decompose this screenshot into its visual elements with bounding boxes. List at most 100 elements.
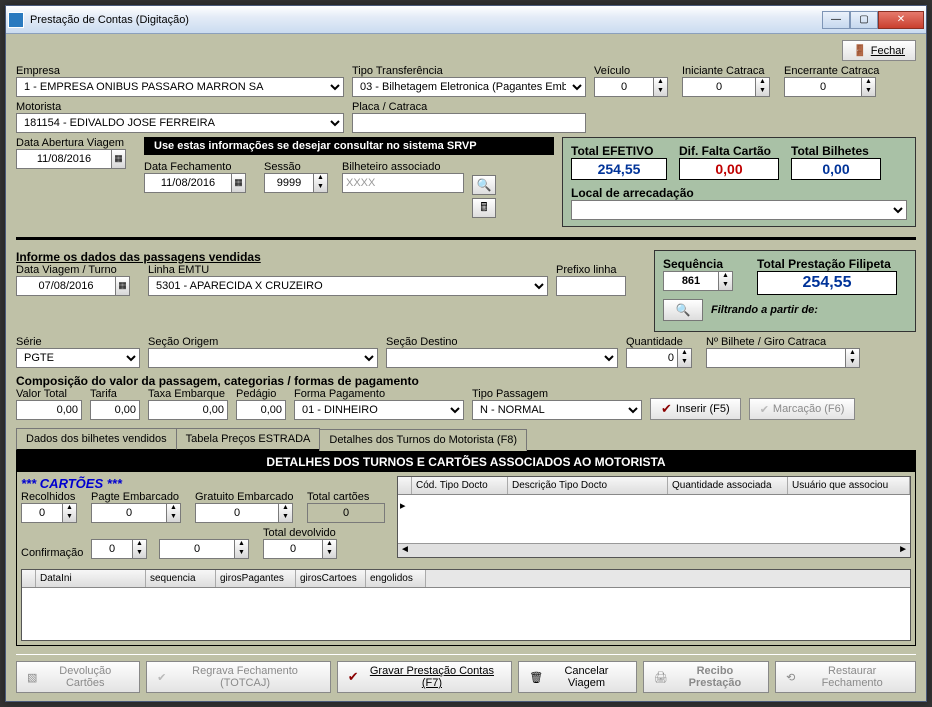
check-icon: ✔ xyxy=(661,401,672,417)
label: Empresa xyxy=(16,65,344,77)
spinner[interactable]: ▲▼ xyxy=(133,539,147,559)
label: Forma Pagamento xyxy=(294,388,464,400)
docto-grid[interactable]: Cód. Tipo Docto Descrição Tipo Docto Qua… xyxy=(397,476,911,558)
motorista-select[interactable]: 181154 - EDIVALDO JOSE FERREIRA xyxy=(16,113,344,133)
cartoes-header: *** CARTÕES *** xyxy=(21,476,391,491)
local-arrecadacao-select[interactable] xyxy=(571,200,907,220)
secao-destino-select[interactable] xyxy=(386,348,618,368)
serie-select[interactable]: PGTE xyxy=(16,348,140,368)
tab-precos[interactable]: Tabela Preços ESTRADA xyxy=(176,428,321,450)
total-bilhetes-value: 0,00 xyxy=(791,158,881,180)
column-header: Descrição Tipo Docto xyxy=(508,477,668,494)
pagte-embarcado-input[interactable] xyxy=(91,503,167,523)
fechar-button[interactable]: 🚪 Fechar xyxy=(842,40,916,61)
total-devolvido-input[interactable] xyxy=(263,539,323,559)
minimize-button[interactable]: — xyxy=(822,11,850,29)
column-header: girosCartoes xyxy=(296,570,366,587)
label: Filtrando a partir de: xyxy=(711,304,818,316)
spinner[interactable]: ▲▼ xyxy=(846,348,860,368)
spinner[interactable]: ▲▼ xyxy=(719,271,733,291)
inserir-button[interactable]: ✔ Inserir (F5) xyxy=(650,398,741,420)
spinner[interactable]: ▲▼ xyxy=(862,77,876,97)
sequencia-input[interactable] xyxy=(663,271,719,291)
spinner[interactable]: ▲▼ xyxy=(323,539,337,559)
filter-search-button[interactable]: 🔍 xyxy=(663,299,703,321)
total-cartoes-display xyxy=(307,503,385,523)
label: Tipo Transferência xyxy=(352,65,586,77)
restaurar-fechamento-button[interactable]: ⟲ Restaurar Fechamento xyxy=(775,661,916,693)
spinner[interactable]: ▲▼ xyxy=(63,503,77,523)
label: Motorista xyxy=(16,101,344,113)
spinner[interactable]: ▲▼ xyxy=(314,173,328,193)
section-header: Informe os dados das passagens vendidas xyxy=(16,250,646,264)
label: Total Prestação Filipeta xyxy=(757,257,897,271)
encerrante-catraca-input[interactable] xyxy=(784,77,862,97)
scroll-right-icon[interactable]: ► xyxy=(896,544,910,557)
tab-turnos-motorista[interactable]: Detalhes dos Turnos do Motorista (F8) xyxy=(319,429,527,451)
total-prestacao-value: 254,55 xyxy=(757,271,897,295)
tarifa-input[interactable] xyxy=(90,400,140,420)
sessao-input[interactable] xyxy=(264,173,314,193)
check-icon: ✔ xyxy=(348,669,359,685)
label: Taxa Embarque xyxy=(148,388,228,400)
dif-falta-value: 0,00 xyxy=(679,158,779,180)
label: Pagte Embarcado xyxy=(91,491,187,503)
check-icon: ✔ xyxy=(157,671,166,684)
date-picker-icon[interactable]: ▦ xyxy=(116,276,130,296)
gratuito-embarcado-input[interactable] xyxy=(195,503,279,523)
label: Quantidade xyxy=(626,336,698,348)
spinner[interactable]: ▲▼ xyxy=(279,503,293,523)
date-picker-icon[interactable]: ▦ xyxy=(232,173,246,193)
valor-total-input[interactable] xyxy=(16,400,82,420)
prefixo-linha-input[interactable] xyxy=(556,276,626,296)
marcacao-button[interactable]: ✔ Marcação (F6) xyxy=(749,398,856,420)
turnos-grid[interactable]: DataIni sequencia girosPagantes girosCar… xyxy=(21,569,911,641)
gravar-prestacao-button[interactable]: ✔ Gravar Prestação Contas (F7) xyxy=(337,661,512,693)
regrava-fechamento-button[interactable]: ✔ Regrava Fechamento (TOTCAJ) xyxy=(146,661,331,693)
data-fechamento-input[interactable] xyxy=(144,173,232,193)
label: Sessão xyxy=(264,161,334,173)
restore-icon: ⟲ xyxy=(786,671,795,684)
label: Total devolvido xyxy=(263,527,343,539)
veiculo-input[interactable] xyxy=(594,77,654,97)
search-icon-button[interactable]: 🔍 xyxy=(472,175,496,195)
label: Nº Bilhete / Giro Catraca xyxy=(706,336,866,348)
data-viagem-input[interactable] xyxy=(16,276,116,296)
column-header: Usuário que associou xyxy=(788,477,910,494)
confirmacao-pagte-input[interactable] xyxy=(159,539,235,559)
data-abertura-input[interactable] xyxy=(16,149,112,169)
tipo-transferencia-select[interactable]: 03 - Bilhetagem Eletronica (Pagantes Emb… xyxy=(352,77,586,97)
print-icon: 🖨 xyxy=(654,671,668,684)
calculator-icon-button[interactable]: 🖩 xyxy=(472,198,496,218)
devolucao-cartoes-button[interactable]: ▧ Devolução Cartões xyxy=(16,661,140,693)
cancelar-viagem-button[interactable]: 🗑 Cancelar Viagem xyxy=(518,661,637,693)
spinner[interactable]: ▲▼ xyxy=(654,77,668,97)
pedagio-input[interactable] xyxy=(236,400,286,420)
placa-input[interactable] xyxy=(352,113,586,133)
recolhidos-input[interactable] xyxy=(21,503,63,523)
forma-pagamento-select[interactable]: 01 - DINHEIRO xyxy=(294,400,464,420)
linha-emtu-select[interactable]: 5301 - APARECIDA X CRUZEIRO xyxy=(148,276,548,296)
confirmacao-recolhidos-input[interactable] xyxy=(91,539,133,559)
label: Seção Destino xyxy=(386,336,618,348)
spinner[interactable]: ▲▼ xyxy=(235,539,249,559)
taxa-embarque-input[interactable] xyxy=(148,400,228,420)
scroll-left-icon[interactable]: ◄ xyxy=(398,544,412,557)
nbilhete-input[interactable] xyxy=(706,348,846,368)
quantidade-input[interactable] xyxy=(626,348,678,368)
tab-bilhetes[interactable]: Dados dos bilhetes vendidos xyxy=(16,428,177,450)
close-window-button[interactable]: ✕ xyxy=(878,11,924,29)
spinner[interactable]: ▲▼ xyxy=(167,503,181,523)
tipo-passagem-select[interactable]: N - NORMAL xyxy=(472,400,642,420)
door-icon: 🚪 xyxy=(853,44,867,57)
spinner[interactable]: ▲▼ xyxy=(678,348,692,368)
iniciante-catraca-input[interactable] xyxy=(682,77,756,97)
spinner[interactable]: ▲▼ xyxy=(756,77,770,97)
maximize-button[interactable]: ▢ xyxy=(850,11,878,29)
title-bar: Prestação de Contas (Digitação) — ▢ ✕ xyxy=(6,6,926,34)
recibo-prestacao-button[interactable]: 🖨 Recibo Prestação xyxy=(643,661,769,693)
bilheteiro-input[interactable] xyxy=(342,173,464,193)
empresa-select[interactable]: 1 - EMPRESA ONIBUS PASSARO MARRON SA xyxy=(16,77,344,97)
date-picker-icon[interactable]: ▦ xyxy=(112,149,126,169)
secao-origem-select[interactable] xyxy=(148,348,378,368)
